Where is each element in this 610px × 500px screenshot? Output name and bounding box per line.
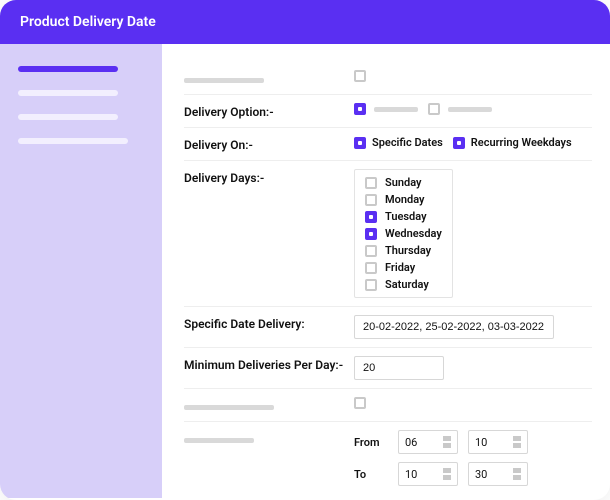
row-placeholder-2 (184, 389, 592, 422)
delivery-days-label: Delivery Days:- (184, 169, 354, 185)
day-option-monday[interactable]: Monday (365, 193, 442, 206)
day-label: Sunday (385, 176, 421, 189)
day-option-sunday[interactable]: Sunday (365, 176, 442, 189)
card-header: Product Delivery Date (0, 0, 610, 44)
label-placeholder (184, 438, 254, 443)
day-option-wednesday[interactable]: Wednesday (365, 227, 442, 240)
min-deliveries-input[interactable] (354, 356, 444, 380)
from-min-value: 10 (475, 436, 487, 449)
option-placeholder (374, 107, 418, 112)
row-delivery-on: Delivery On:- Specific Dates Recurring W… (184, 128, 592, 161)
label-placeholder (184, 78, 264, 83)
checkbox-icon (365, 194, 377, 206)
time-to: To 10 30 (354, 462, 528, 486)
from-hour-value: 06 (405, 436, 417, 449)
from-hour-stepper[interactable]: 06 (398, 430, 458, 454)
to-hour-value: 10 (405, 468, 417, 481)
stepper-buttons (443, 468, 451, 480)
checkbox-icon (428, 103, 440, 115)
delivery-on-specific[interactable]: Specific Dates (354, 136, 443, 149)
row-min-deliveries: Minimum Deliveries Per Day:- (184, 348, 592, 389)
checkbox-icon (354, 103, 366, 115)
card-body: Delivery Option:- Delivery On:- (0, 44, 610, 498)
to-min-stepper[interactable]: 30 (468, 462, 528, 486)
checkbox-icon[interactable] (354, 397, 366, 409)
days-listbox: Sunday Monday Tuesday Wednesday Thursday Frid… (354, 169, 453, 298)
delivery-on-recurring[interactable]: Recurring Weekdays (453, 136, 572, 149)
day-option-saturday[interactable]: Saturday (365, 278, 442, 291)
to-min-value: 30 (475, 468, 487, 481)
time-from: From 06 10 (354, 430, 528, 454)
delivery-on-label: Delivery On:- (184, 136, 354, 152)
row-specific-date: Specific Date Delivery: (184, 307, 592, 348)
min-deliveries-label: Minimum Deliveries Per Day:- (184, 356, 354, 372)
settings-card: Product Delivery Date Delivery Option:- (0, 0, 610, 500)
option-placeholder (448, 107, 492, 112)
day-label: Saturday (385, 278, 429, 291)
day-option-friday[interactable]: Friday (365, 261, 442, 274)
row-delivery-option: Delivery Option:- (184, 95, 592, 128)
specific-date-input[interactable] (354, 315, 554, 339)
specific-date-label: Specific Date Delivery: (184, 315, 354, 331)
checkbox-icon (354, 137, 366, 149)
stepper-buttons (513, 468, 521, 480)
checkbox-icon (365, 245, 377, 257)
delivery-option-choice-1[interactable] (354, 103, 418, 115)
delivery-option-label: Delivery Option:- (184, 103, 354, 119)
card-title: Product Delivery Date (20, 14, 156, 30)
sidebar-item[interactable] (18, 138, 128, 144)
delivery-on-recurring-label: Recurring Weekdays (471, 136, 572, 149)
from-label: From (354, 436, 388, 449)
checkbox-icon[interactable] (354, 70, 366, 82)
sidebar (0, 44, 162, 498)
day-label: Friday (385, 261, 415, 274)
day-label: Tuesday (385, 210, 427, 223)
stepper-buttons (443, 436, 451, 448)
checkbox-icon (365, 211, 377, 223)
day-option-tuesday[interactable]: Tuesday (365, 210, 442, 223)
checkbox-icon (365, 262, 377, 274)
sidebar-item[interactable] (18, 90, 118, 96)
sidebar-item[interactable] (18, 114, 118, 120)
to-label: To (354, 468, 388, 481)
day-option-thursday[interactable]: Thursday (365, 244, 442, 257)
from-min-stepper[interactable]: 10 (468, 430, 528, 454)
to-hour-stepper[interactable]: 10 (398, 462, 458, 486)
checkbox-icon (365, 279, 377, 291)
checkbox-icon (365, 228, 377, 240)
row-placeholder-1 (184, 62, 592, 95)
delivery-option-choice-2[interactable] (428, 103, 492, 115)
row-time-range: From 06 10 To 10 (184, 422, 592, 494)
day-label: Wednesday (385, 227, 442, 240)
checkbox-icon (365, 177, 377, 189)
label-placeholder (184, 405, 274, 410)
stepper-buttons (513, 436, 521, 448)
sidebar-item-active[interactable] (18, 66, 118, 72)
day-label: Monday (385, 193, 424, 206)
checkbox-icon (453, 137, 465, 149)
main-panel: Delivery Option:- Delivery On:- (162, 44, 610, 498)
row-delivery-days: Delivery Days:- Sunday Monday Tuesday Wedne… (184, 161, 592, 307)
delivery-on-specific-label: Specific Dates (372, 136, 443, 149)
day-label: Thursday (385, 244, 431, 257)
